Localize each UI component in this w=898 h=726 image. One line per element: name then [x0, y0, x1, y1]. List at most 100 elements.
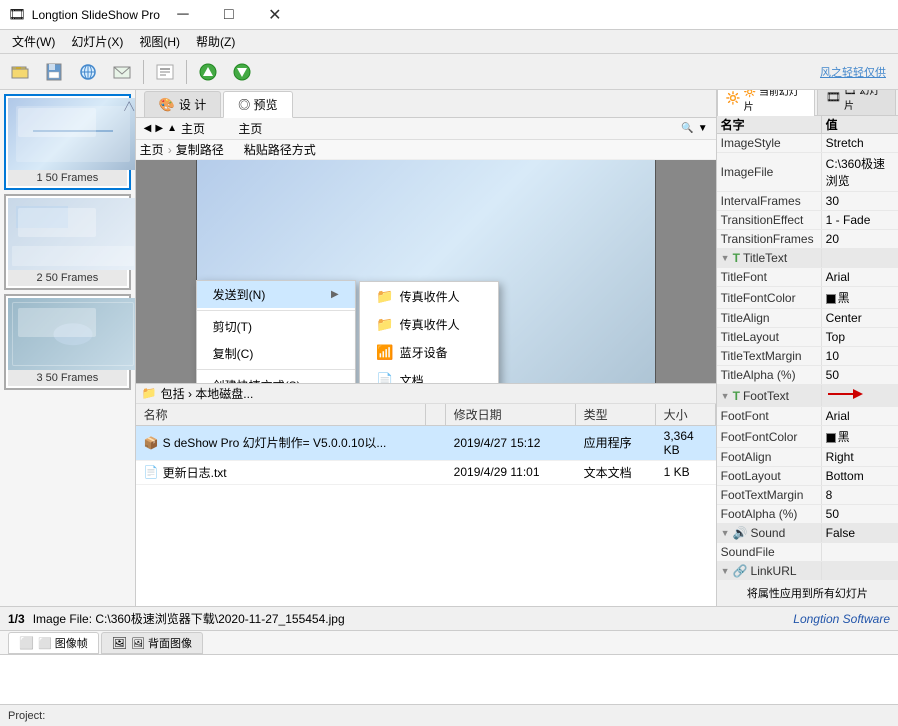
slide-label-3: 3 50 Frames [8, 370, 127, 386]
prop-titlefont[interactable]: TitleFont Arial [717, 268, 898, 287]
submenu-docs[interactable]: 📄 文档 [360, 366, 498, 383]
prop-footalpha[interactable]: FootAlpha (%) 50 [717, 505, 898, 524]
slide-thumb-3[interactable]: 3 50 Frames [4, 294, 131, 390]
col-date[interactable]: 修改日期 [446, 404, 576, 425]
ctx-sep-1 [197, 310, 355, 311]
tab-design[interactable]: 🎨 设 计 [144, 91, 222, 117]
prop-footfont[interactable]: FootFont Arial [717, 407, 898, 426]
col-name[interactable]: 名称 [136, 404, 426, 425]
linkurl-expand[interactable]: ▼ [721, 566, 730, 576]
prop-titletext-group[interactable]: ▼ T TitleText [717, 249, 898, 268]
nav-home[interactable]: 主页 [140, 141, 164, 158]
path-breadcrumb: 包括 › 本地磁盘... [161, 385, 254, 402]
slide-thumb-2[interactable]: 2 50 Frames [4, 194, 131, 290]
prop-value-titlealpha: 50 [822, 366, 898, 384]
ctx-copy[interactable]: 复制(C) [197, 340, 355, 367]
nav-forward-icon[interactable]: ▶ [155, 123, 163, 134]
prop-titlealpha[interactable]: TitleAlpha (%) 50 [717, 366, 898, 385]
nav-back-icon[interactable]: ◀ [144, 123, 152, 134]
close-button[interactable]: ✕ [252, 0, 298, 30]
move-up-button[interactable] [192, 57, 224, 87]
right-tab-bar: 🔆 🔆 当前幻灯片 🎞 🎞 幻灯片 [717, 90, 898, 116]
collapse-icon[interactable]: ▼ [698, 123, 708, 134]
doc-icon: 📄 [376, 371, 394, 383]
sound-expand[interactable]: ▼ [721, 528, 730, 538]
prop-footfontcolor[interactable]: FootFontColor 黑 [717, 426, 898, 448]
tab-preview[interactable]: ◎ 预览 [223, 91, 292, 118]
titletext-expand[interactable]: ▼ [721, 253, 730, 263]
titlefont-color-swatch [826, 294, 836, 304]
slide-label-2: 2 50 Frames [8, 270, 127, 286]
file-icon-1: 📦 [144, 436, 159, 450]
ctx-send-to[interactable]: 发送到(N) ▶ [197, 281, 355, 308]
properties-table: ImageStyle Stretch ImageFile C:\360极速浏览 … [717, 134, 898, 580]
prop-foottext-group[interactable]: ▼ T FootText [717, 385, 898, 407]
prop-linkurl-group[interactable]: ▼ 🔗 LinkURL [717, 562, 898, 580]
prop-name-imagestyle: ImageStyle [721, 136, 781, 150]
menu-file[interactable]: 文件(W) [4, 31, 63, 53]
ctx-create-shortcut[interactable]: 创建快捷方式(S) [197, 372, 355, 383]
prop-value-footalpha: 50 [822, 505, 898, 523]
file-path-status: Image File: C:\360极速浏览器下载\2020-11-27_155… [33, 610, 345, 627]
company-label: Longtion Software [793, 612, 890, 626]
prop-imagestyle[interactable]: ImageStyle Stretch [717, 134, 898, 153]
prop-imagefile[interactable]: ImageFile C:\360极速浏览 [717, 153, 898, 192]
file-size-1: 3,364 KB [656, 428, 716, 458]
text-button[interactable] [149, 57, 181, 87]
nav-up-icon[interactable]: ▲ [167, 123, 177, 134]
prop-value-soundfile [822, 543, 898, 561]
prop-transitioneffect[interactable]: TransitionEffect 1 - Fade [717, 211, 898, 230]
ctx-cut[interactable]: 剪切(T) [197, 313, 355, 340]
prop-soundfile[interactable]: SoundFile [717, 543, 898, 562]
slide-image-1: ╱╲ [8, 98, 136, 170]
slide-thumb-1[interactable]: ╱╲ 1 50 Frames [4, 94, 131, 190]
foottext-expand[interactable]: ▼ [721, 391, 730, 401]
prop-footlayout[interactable]: FootLayout Bottom [717, 467, 898, 486]
nav-path-item[interactable]: 复制路径 [176, 141, 224, 158]
nav-path-label: 粘贴路径方式 [244, 141, 316, 158]
prop-titletext-icon: T [733, 251, 740, 265]
canvas-area[interactable]: 下载帮 发送到(N) ▶ 剪切(T) 复制(C) 创建快捷方式(S) 删除(D)… [136, 160, 716, 383]
tab-current-slide[interactable]: 🔆 🔆 当前幻灯片 [717, 90, 815, 116]
prop-titlefontcolor[interactable]: TitleFontColor 黑 [717, 287, 898, 309]
maximize-button[interactable]: □ [206, 0, 252, 30]
tab-image-frames[interactable]: ⬜ ⬜ 图像帧 [8, 632, 99, 654]
prop-titlelayout[interactable]: TitleLayout Top [717, 328, 898, 347]
col-size[interactable]: 大小 [656, 404, 716, 425]
menu-slideshow[interactable]: 幻灯片(X) [63, 31, 131, 53]
tab-all-slides[interactable]: 🎞 🎞 幻灯片 [817, 90, 896, 115]
prop-value-foottextmargin: 8 [822, 486, 898, 504]
move-down-button[interactable] [226, 57, 258, 87]
prop-intervalframes[interactable]: IntervalFrames 30 [717, 192, 898, 211]
file-row-2[interactable]: 📄 更新日志.txt 2019/4/29 11:01 文本文档 1 KB [136, 461, 716, 485]
menu-view[interactable]: 视图(H) [131, 31, 188, 53]
prop-transitionframes[interactable]: TransitionFrames 20 [717, 230, 898, 249]
menu-help[interactable]: 帮助(Z) [188, 31, 243, 53]
nav-folder: 主页 › 复制路径 粘贴路径方式 [136, 140, 716, 160]
prop-sound-group[interactable]: ▼ 🔊 Sound False [717, 524, 898, 543]
tab-background-image[interactable]: 🖼 🖼 背面图像 [101, 632, 203, 654]
prop-titletextmargin[interactable]: TitleTextMargin 10 [717, 347, 898, 366]
toolbar-separator-1 [143, 60, 144, 84]
minimize-button[interactable]: ─ [160, 0, 206, 30]
open-button[interactable] [4, 57, 36, 87]
apply-all-button[interactable]: 将属性应用到所有幻灯片 [717, 580, 898, 606]
bottom-tabs: ⬜ ⬜ 图像帧 🖼 🖼 背面图像 [0, 630, 898, 654]
file-row-1[interactable]: 📦 S deShow Pro 幻灯片制作= V5.0.0.10以... 2019… [136, 426, 716, 461]
save-button[interactable] [38, 57, 70, 87]
col-type[interactable]: 类型 [576, 404, 656, 425]
prop-titlealign[interactable]: TitleAlign Center [717, 309, 898, 328]
prop-value-titlefontcolor: 黑 [822, 287, 898, 308]
submenu: 📁 传真收件人 📁 传真收件人 📶 蓝牙设备 📄 [359, 281, 499, 383]
submenu-bluetooth[interactable]: 📶 蓝牙设备 [360, 338, 498, 366]
image-frame-icon: ⬜ [19, 636, 34, 650]
web-button[interactable] [72, 57, 104, 87]
prop-footalign[interactable]: FootAlign Right [717, 448, 898, 467]
prop-header-value: 值 [822, 116, 886, 133]
watermark-link[interactable]: 风之轻轻仅供 [820, 64, 894, 80]
ctx-sep-2 [197, 369, 355, 370]
email-button[interactable] [106, 57, 138, 87]
submenu-fax-2[interactable]: 📁 传真收件人 [360, 310, 498, 338]
prop-foottextmargin[interactable]: FootTextMargin 8 [717, 486, 898, 505]
submenu-fax-1[interactable]: 📁 传真收件人 [360, 282, 498, 310]
